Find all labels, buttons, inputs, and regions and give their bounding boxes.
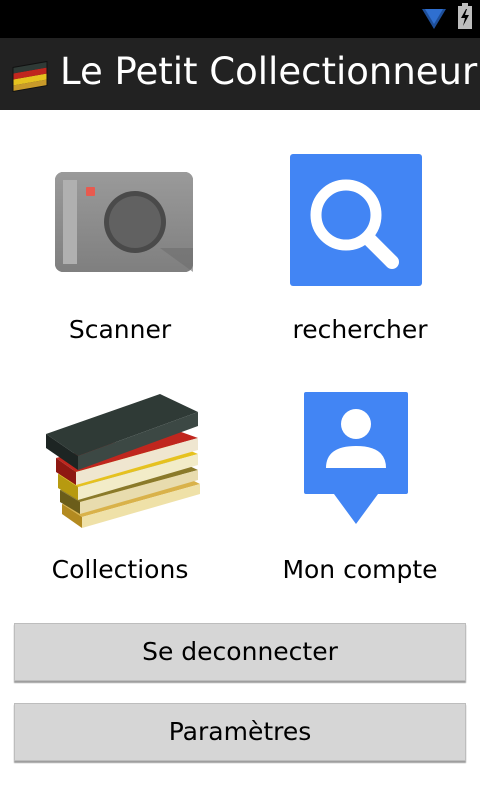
collections-tile[interactable]: Collections <box>0 372 240 592</box>
books-icon <box>0 372 240 542</box>
scanner-tile[interactable]: Scanner <box>0 140 240 360</box>
search-icon <box>240 140 480 310</box>
settings-button[interactable]: Paramètres <box>14 703 466 761</box>
search-label: rechercher <box>292 315 428 344</box>
account-label: Mon compte <box>282 555 438 584</box>
logout-button[interactable]: Se deconnecter <box>14 623 466 681</box>
wifi-icon <box>421 6 447 34</box>
camera-icon <box>0 140 240 310</box>
app-title: Le Petit Collectionneur <box>60 50 478 93</box>
battery-charging-icon <box>457 3 473 33</box>
account-icon <box>240 372 480 542</box>
search-tile[interactable]: rechercher <box>240 140 480 360</box>
status-bar <box>0 0 480 38</box>
scanner-label: Scanner <box>68 315 172 344</box>
app-logo-icon <box>10 52 52 98</box>
account-tile[interactable]: Mon compte <box>240 372 480 592</box>
collections-label: Collections <box>51 555 189 584</box>
action-bar: Le Petit Collectionneur <box>0 38 480 110</box>
